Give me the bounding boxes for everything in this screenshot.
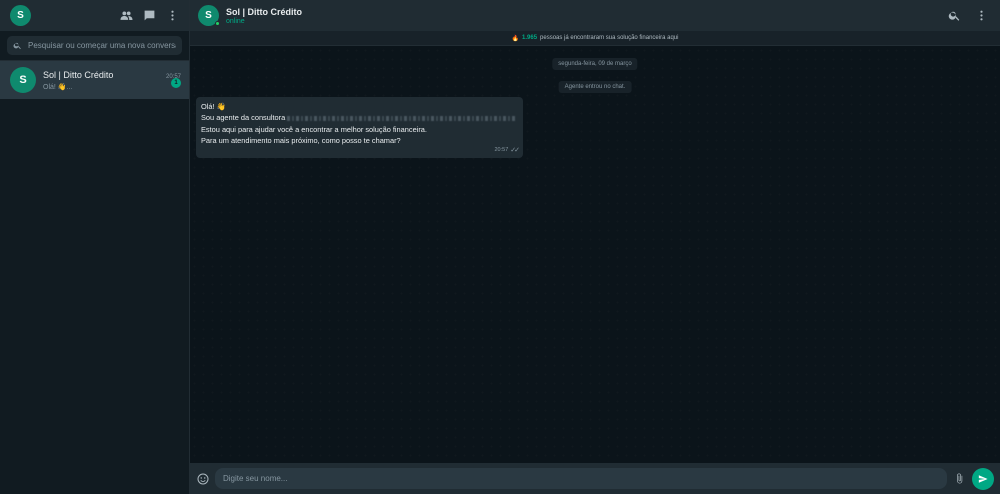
message-area[interactable]: segunda-feira, 09 de março Agente entrou… [190, 46, 1000, 463]
conversation-panel: S Sol | Ditto Crédito online 🔥 1.965 pes… [190, 0, 1000, 494]
search-box [7, 36, 182, 55]
community-icon[interactable] [120, 9, 133, 22]
banner-count: 1.965 [522, 35, 538, 41]
sidebar: S S Sol | Dit [0, 0, 190, 494]
message-line: Olá! 👋 [201, 102, 226, 111]
message-line: Para um atendimento mais próximo, como p… [201, 135, 401, 145]
message-line-text: Sou agente da consultora [201, 113, 286, 123]
contact-avatar[interactable]: S [198, 5, 220, 26]
message-input[interactable] [223, 474, 939, 483]
message-input-box [215, 468, 947, 489]
header-actions [948, 9, 988, 22]
sidebar-actions [120, 9, 179, 22]
chat-info: Sol | Ditto Crédito 20:57 Olá! 👋... 1 [43, 70, 181, 91]
composer [190, 463, 1000, 494]
search-input[interactable] [28, 41, 176, 50]
banner-text: pessoas já encontraram sua solução finan… [540, 35, 679, 41]
user-avatar-letter: S [17, 10, 24, 21]
chat-preview: Olá! 👋... [43, 83, 73, 91]
contact-status: online [226, 17, 245, 25]
contact-avatar-letter: S [205, 10, 212, 21]
chat-list-item[interactable]: S Sol | Ditto Crédito 20:57 Olá! 👋... 1 [0, 61, 189, 99]
chat-avatar: S [10, 67, 36, 93]
paperclip-icon[interactable] [953, 472, 966, 485]
user-avatar[interactable]: S [10, 5, 31, 26]
incoming-message[interactable]: Olá! 👋 Sou agente da consultora Estou aq… [196, 97, 523, 159]
message-time: 20:57 [494, 147, 509, 154]
agent-joined-pill: Agente entrou no chat. [558, 81, 632, 93]
search-icon[interactable] [948, 9, 961, 22]
emoji-icon[interactable] [196, 472, 209, 485]
search-icon [13, 42, 21, 50]
menu-dots-icon[interactable] [166, 9, 179, 22]
send-button[interactable] [972, 467, 994, 490]
conversation-header: S Sol | Ditto Crédito online [190, 0, 1000, 31]
contact-name: Sol | Ditto Crédito [226, 6, 303, 17]
search-area [0, 31, 189, 61]
chat-avatar-letter: S [19, 74, 27, 86]
chat-bottom-row: Olá! 👋... 1 [43, 77, 181, 91]
unread-badge: 1 [171, 77, 181, 88]
message-meta: 20:57 ✓✓ [201, 147, 520, 155]
fire-icon: 🔥 [511, 35, 520, 42]
contact-info[interactable]: Sol | Ditto Crédito online [226, 7, 302, 25]
social-proof-banner: 🔥 1.965 pessoas já encontraram sua soluç… [190, 31, 1000, 46]
chat-top-row: Sol | Ditto Crédito 20:57 [43, 70, 181, 80]
redacted-text [287, 115, 518, 121]
chat-name: Sol | Ditto Crédito [43, 69, 114, 80]
sidebar-header: S [0, 0, 189, 31]
new-chat-icon[interactable] [143, 9, 156, 22]
message-line: Estou aqui para ajudar você a encontrar … [201, 124, 427, 134]
menu-dots-icon[interactable] [975, 9, 988, 22]
date-pill: segunda-feira, 09 de março [552, 58, 638, 70]
send-icon [978, 474, 988, 483]
read-ticks-icon: ✓✓ [510, 147, 520, 155]
message-line: Sou agente da consultora [201, 112, 518, 123]
app-window: S S Sol | Dit [0, 0, 1000, 494]
online-indicator [215, 21, 220, 26]
